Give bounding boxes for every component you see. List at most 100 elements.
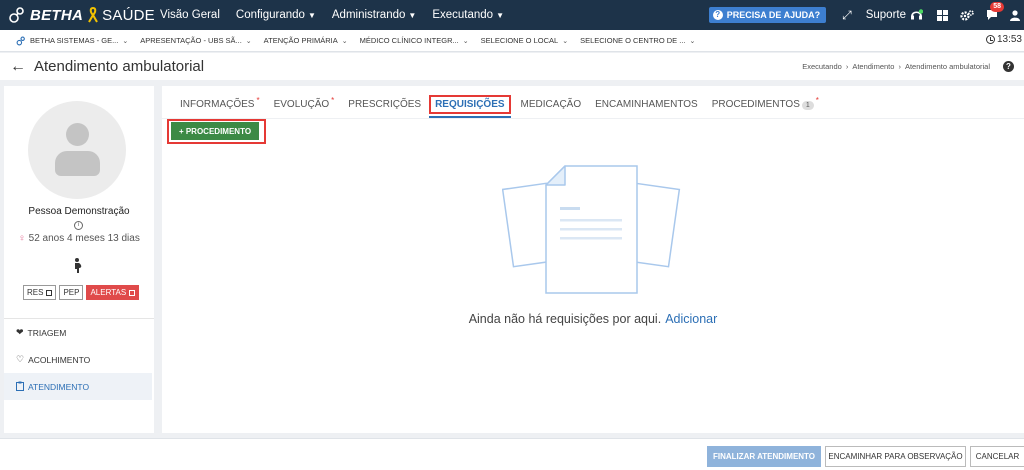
- external-link-icon: [46, 289, 53, 296]
- betha-logo-icon: [9, 7, 24, 23]
- pep-tag[interactable]: PEP: [59, 285, 84, 300]
- context-unit-select[interactable]: APRESENTAÇÃO - UBS SÃ... ⌄: [134, 36, 257, 45]
- tab-informacoes[interactable]: INFORMAÇÕES *: [180, 95, 260, 110]
- back-arrow-icon[interactable]: ←: [10, 58, 26, 76]
- tab-label: EVOLUÇÃO: [273, 98, 330, 110]
- cancel-button[interactable]: CANCELAR: [970, 446, 1024, 467]
- breadcrumb: Executando › Atendimento › Atendimento amb…: [802, 62, 990, 71]
- apps-grid-icon[interactable]: [937, 9, 948, 21]
- patient-tags: RES PEP ALERTAS: [23, 285, 142, 300]
- add-link[interactable]: Adicionar: [665, 312, 717, 326]
- tag-label: PEP: [63, 288, 80, 297]
- tag-label: ALERTAS: [90, 288, 127, 297]
- patient-name: Pessoa Demonstração: [28, 206, 130, 217]
- help-icon[interactable]: ?: [1003, 61, 1014, 72]
- add-procedure-button[interactable]: + PROCEDIMENTO: [171, 122, 259, 140]
- tab-procedimentos[interactable]: PROCEDIMENTOS 1*: [711, 96, 819, 110]
- context-label: SELECIONE O CENTRO DE ...: [580, 36, 686, 45]
- sidebar-item-label: ACOLHIMENTO: [28, 354, 91, 365]
- chevron-down-icon: ⌄: [245, 37, 252, 45]
- context-level-select[interactable]: ATENÇÃO PRIMÁRIA ⌄: [258, 36, 354, 45]
- patient-age: ♀ 52 anos 4 meses 13 dias: [4, 233, 154, 244]
- tab-requisicoes[interactable]: REQUISIÇÕES: [429, 94, 512, 118]
- notification-badge: 58: [990, 2, 1004, 12]
- tab-prescricoes[interactable]: PRESCRIÇÕES: [348, 99, 421, 110]
- question-icon: ?: [712, 10, 723, 20]
- tabs-divider: [162, 118, 1024, 119]
- main-menu: Visão Geral Configurando ▼ Administrando ▼…: [160, 9, 520, 21]
- menu-configurando[interactable]: Configurando ▼: [236, 9, 316, 21]
- context-label: BETHA SISTEMAS - GE...: [30, 36, 119, 45]
- sidebar-item-atendimento[interactable]: ATENDIMENTO: [4, 373, 152, 400]
- notifications-icon[interactable]: 58: [986, 2, 1004, 21]
- session-clock: 13:53: [985, 34, 1022, 45]
- patient-age-text: 52 anos 4 meses 13 dias: [28, 233, 140, 244]
- user-icon[interactable]: [1010, 9, 1020, 21]
- sidebar-item-label: TRIAGEM: [27, 327, 67, 338]
- forward-observation-button[interactable]: ENCAMINHAR PARA OBSERVAÇÃO: [825, 446, 966, 467]
- betha-logo-icon: [16, 36, 25, 45]
- chevron-down-icon: ⌄: [122, 37, 129, 45]
- chevron-down-icon: ▼: [496, 10, 504, 20]
- alerts-tag[interactable]: ALERTAS: [86, 285, 140, 300]
- context-label: SELECIONE O LOCAL: [480, 36, 559, 45]
- required-marker: *: [256, 95, 260, 105]
- menu-label: Administrando: [331, 9, 406, 21]
- sidebar-item-acolhimento[interactable]: ♡ ACOLHIMENTO: [4, 346, 152, 373]
- settings-icon[interactable]: [960, 9, 974, 21]
- chevron-down-icon: ⌄: [562, 37, 569, 45]
- menu-label: Configurando: [235, 9, 305, 21]
- finalize-button[interactable]: FINALIZAR ATENDIMENTO: [707, 446, 821, 467]
- tab-label: INFORMAÇÕES: [180, 98, 255, 110]
- tab-encaminhamentos[interactable]: ENCAMINHAMENTOS: [595, 99, 698, 110]
- pregnant-icon: [75, 258, 82, 273]
- tab-medicacao[interactable]: MEDICAÇÃO: [521, 99, 582, 110]
- female-icon: ♀: [18, 233, 26, 244]
- menu-executando[interactable]: Executando ▼: [432, 9, 504, 21]
- chevron-down-icon: ▼: [307, 10, 316, 20]
- context-professional-select[interactable]: MÉDICO CLÍNICO INTEGR... ⌄: [354, 36, 475, 45]
- tab-label: PROCEDIMENTOS: [711, 98, 800, 110]
- action-footer: FINALIZAR ATENDIMENTO ENCAMINHAR PARA OB…: [0, 438, 1024, 470]
- support-button[interactable]: Suporte: [866, 9, 923, 21]
- sidebar-item-triagem[interactable]: ❤ TRIAGEM: [4, 319, 152, 346]
- breadcrumb-item: Atendimento ambulatorial: [904, 62, 990, 71]
- brand[interactable]: BETHA SAÚDE: [0, 6, 160, 24]
- menu-label: Visão Geral: [160, 9, 220, 21]
- expand-icon[interactable]: ⤢: [842, 8, 852, 23]
- external-link-icon: [129, 289, 136, 296]
- support-label: Suporte: [865, 9, 906, 21]
- tab-evolucao[interactable]: EVOLUÇÃO *: [273, 96, 335, 110]
- clock-time: 13:53: [996, 34, 1022, 45]
- avatar: [28, 101, 126, 199]
- heart-icon: ♡: [16, 354, 25, 364]
- ribbon-icon: [88, 7, 99, 23]
- empty-message-text: Ainda não há requisições por aqui.: [468, 312, 662, 326]
- chevron-down-icon: ⌄: [462, 37, 469, 45]
- breadcrumb-item[interactable]: Executando: [802, 62, 842, 71]
- sidebar-item-label: ATENDIMENTO: [28, 381, 90, 392]
- chevron-right-icon: ›: [898, 62, 901, 71]
- empty-document-illustration: [502, 165, 681, 294]
- chevron-down-icon: ▼: [408, 10, 417, 20]
- breadcrumb-item[interactable]: Atendimento: [852, 62, 894, 71]
- page-title: Atendimento ambulatorial: [34, 58, 205, 75]
- tag-label: RES: [27, 288, 44, 297]
- menu-administrando[interactable]: Administrando ▼: [332, 9, 416, 21]
- context-location-select[interactable]: SELECIONE O LOCAL ⌄: [475, 36, 574, 45]
- context-label: ATENÇÃO PRIMÁRIA: [263, 36, 338, 45]
- menu-visao-geral[interactable]: Visão Geral: [160, 9, 220, 21]
- res-tag[interactable]: RES: [23, 285, 57, 300]
- context-center-select[interactable]: SELECIONE O CENTRO DE ... ⌄: [574, 36, 701, 45]
- brand-product: SAÚDE: [102, 6, 155, 24]
- avatar-body: [55, 151, 100, 176]
- tab-label: PRESCRIÇÕES: [348, 98, 422, 110]
- brand-name: BETHA: [30, 6, 84, 24]
- empty-state-message: Ainda não há requisições por aqui. Adicio…: [162, 312, 1024, 326]
- topbar-actions: ? PRECISA DE AJUDA? ⤢ Suporte 58: [708, 0, 1024, 30]
- help-button[interactable]: ? PRECISA DE AJUDA?: [708, 7, 827, 23]
- tab-label: REQUISIÇÕES: [435, 98, 505, 110]
- heartbeat-icon: ❤: [16, 327, 24, 337]
- context-entity-select[interactable]: BETHA SISTEMAS - GE... ⌄: [0, 36, 134, 46]
- info-icon[interactable]: i: [74, 221, 83, 230]
